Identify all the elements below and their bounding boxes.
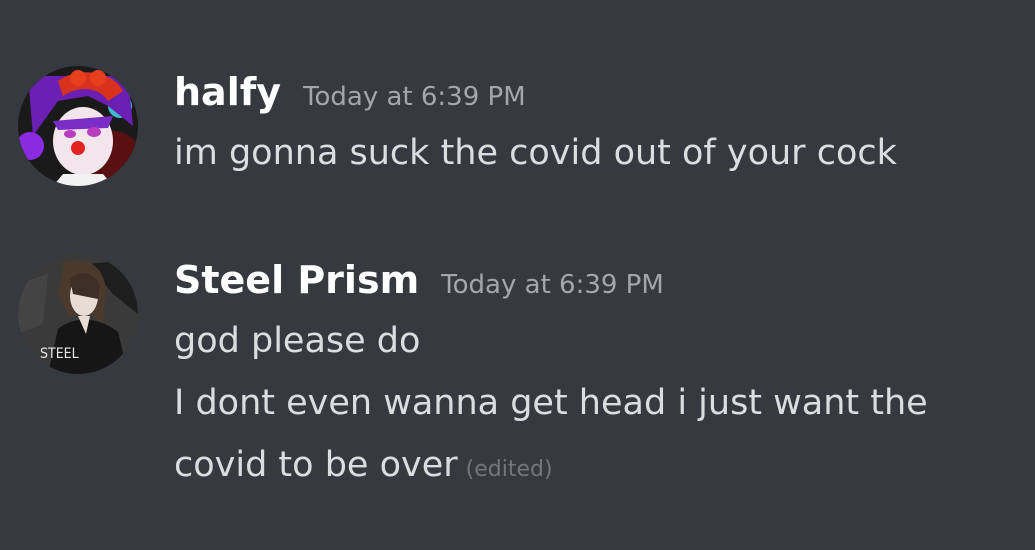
timestamp[interactable]: Today at 6:39 PM bbox=[303, 82, 526, 112]
message-text: god please do bbox=[174, 321, 421, 361]
message-text: I dont even wanna get head i just want t… bbox=[174, 383, 928, 423]
avatar-text: STEEL bbox=[40, 346, 79, 362]
message-text-last: covid to be over (edited) bbox=[174, 434, 1025, 501]
chat-message-list: halfy Today at 6:39 PM im gonna suck the … bbox=[0, 0, 1035, 550]
message-content: halfy Today at 6:39 PM im gonna suck the … bbox=[174, 62, 1025, 184]
message-text: im gonna suck the covid out of your cock bbox=[174, 133, 897, 173]
message-header: halfy Today at 6:39 PM bbox=[174, 62, 1025, 122]
username[interactable]: Steel Prism bbox=[174, 258, 419, 302]
message-text: covid to be over bbox=[174, 445, 458, 485]
message-content: Steel Prism Today at 6:39 PM god please d… bbox=[174, 250, 1025, 501]
dark-haired-character-avatar-icon[interactable]: STEEL bbox=[18, 254, 138, 374]
edited-label: (edited) bbox=[465, 457, 553, 482]
clown-character-avatar-icon[interactable] bbox=[18, 66, 138, 186]
message-header: Steel Prism Today at 6:39 PM bbox=[174, 250, 1025, 310]
timestamp[interactable]: Today at 6:39 PM bbox=[441, 270, 664, 300]
username[interactable]: halfy bbox=[174, 70, 281, 114]
